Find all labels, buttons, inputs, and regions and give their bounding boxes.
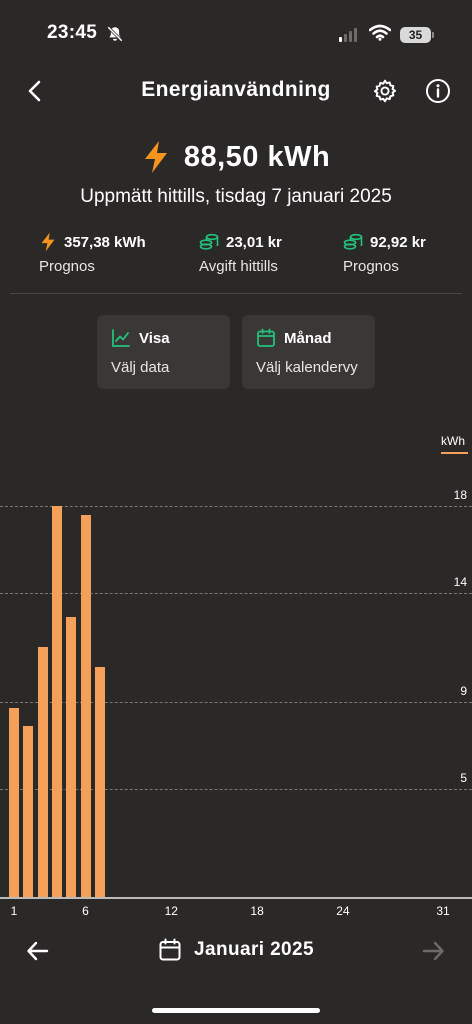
stat-label: Prognos [343,258,399,275]
chart-bar[interactable] [80,515,91,897]
x-axis-tick-label: 31 [436,904,450,918]
stat-value: 92,92 kr [370,233,426,251]
x-axis-tick-label: 24 [336,904,350,918]
chart-unit-label: kWh [441,434,465,448]
info-button[interactable] [425,78,451,104]
chevron-left-icon [28,80,41,102]
select-calendar-view-card[interactable]: Månad Välj kalendervy [242,315,375,389]
line-chart-icon [112,329,130,347]
battery-indicator: 35 [400,27,431,43]
y-axis-tick-label: 14 [453,575,467,590]
card-subtitle: Välj kalendervy [256,359,358,376]
chart-bar[interactable] [23,725,34,897]
chart-bar[interactable] [66,617,77,897]
gear-icon [373,79,397,103]
chart-bar[interactable] [51,506,62,897]
stat-value: 357,38 kWh [64,233,146,251]
coins-icon [343,233,363,250]
card-subtitle: Välj data [111,359,170,376]
wifi-icon [368,24,392,46]
y-axis-tick-label: 18 [453,488,467,503]
coins-icon [199,233,219,250]
main-value: 88,50 kWh [183,140,331,173]
cellular-signal-icon [339,28,357,42]
grid-line [0,593,472,595]
x-axis-tick-label: 1 [10,904,18,918]
y-axis-tick-label: 5 [460,770,467,785]
chart-bar[interactable] [94,666,105,897]
chart-unit-underline [441,452,468,454]
bolt-icon [41,232,55,252]
card-title: Månad [284,329,332,347]
stat-label: Avgift hittills [199,258,278,275]
main-value-row: 88,50 kWh [0,140,472,174]
measured-date-text: Uppmätt hittills, tisdag 7 januari 2025 [80,186,392,207]
month-label: Januari 2025 [194,939,314,960]
stat-value: 23,01 kr [226,233,282,251]
x-axis-tick-label: 6 [82,904,89,918]
arrow-right-icon [422,941,444,961]
chart-bar[interactable] [37,647,48,897]
battery-cap [432,32,434,38]
home-indicator [152,1008,320,1013]
stat-forecast-kwh: 357,38 kWh Prognos [39,232,146,275]
settings-button[interactable] [372,78,398,104]
card-title: Visa [139,329,170,347]
bell-off-icon [106,25,124,48]
grid-line [0,506,472,508]
x-axis-tick-label: 12 [164,904,178,918]
page-title: Energianvändning [141,78,331,101]
x-axis-tick-label: 18 [250,904,264,918]
select-data-card[interactable]: Visa Välj data [97,315,230,389]
stat-label: Prognos [39,258,95,275]
y-axis-tick-label: 9 [460,683,467,698]
calendar-icon [257,328,275,347]
status-time: 23:45 [47,22,98,43]
chart-bar[interactable] [9,708,19,897]
stat-forecast-cost: 92,92 kr Prognos [343,232,426,276]
stat-fee-so-far: 23,01 kr Avgift hittills [199,232,282,276]
next-month-button [421,940,447,964]
month-selector[interactable]: Januari 2025 [0,938,472,962]
info-icon [426,79,450,103]
bolt-icon [144,141,167,173]
back-button[interactable] [22,78,48,104]
calendar-icon [159,938,181,961]
divider [10,293,462,294]
chart-baseline [0,897,472,899]
